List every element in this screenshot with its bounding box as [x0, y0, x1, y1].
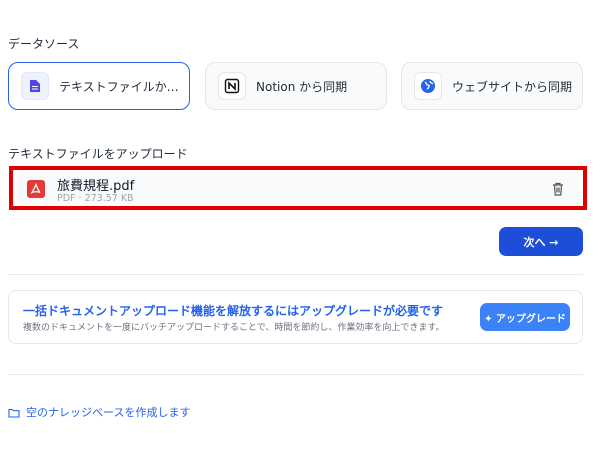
source-notion-label: Notion から同期 [256, 79, 348, 94]
create-empty-knowledge-base-label: 空のナレッジベースを作成します [26, 406, 191, 419]
upload-label: テキストファイルをアップロード [8, 147, 188, 161]
source-website-label: ウェブサイトから同期 [452, 79, 573, 94]
trash-icon[interactable] [551, 181, 565, 201]
next-button[interactable]: 次へ → [499, 227, 583, 256]
source-website-card[interactable]: ウェブサイトから同期 [401, 62, 583, 110]
divider [8, 274, 583, 275]
data-source-label: データソース [8, 37, 80, 51]
document-icon [21, 72, 49, 100]
source-notion-card[interactable]: Notion から同期 [205, 62, 387, 110]
file-meta: PDF · 273.57 KB [57, 193, 134, 204]
pdf-icon [27, 180, 45, 198]
notion-icon [218, 72, 246, 100]
source-text-file-label: テキストファイルからイン... [59, 79, 189, 94]
upgrade-banner: 一括ドキュメントアップロード機能を解放するにはアップグレードが必要です 複数のド… [8, 290, 583, 344]
create-empty-knowledge-base-link[interactable]: 空のナレッジベースを作成します [8, 404, 190, 420]
upgrade-button[interactable]: ✦ アップグレード [480, 303, 570, 331]
upgrade-title: 一括ドキュメントアップロード機能を解放するにはアップグレードが必要です [23, 304, 444, 318]
source-text-file-card[interactable]: テキストファイルからイン... [8, 62, 190, 110]
divider [8, 374, 583, 375]
file-name: 旅費規程.pdf [57, 179, 135, 194]
folder-icon [8, 408, 20, 418]
globe-icon [414, 72, 442, 100]
upgrade-description: 複数のドキュメントを一度にバッチアップロードすることで、時間を節約し、作業効率を… [23, 323, 445, 333]
file-list-item[interactable]: 旅費規程.pdf PDF · 273.57 KB [9, 166, 587, 210]
